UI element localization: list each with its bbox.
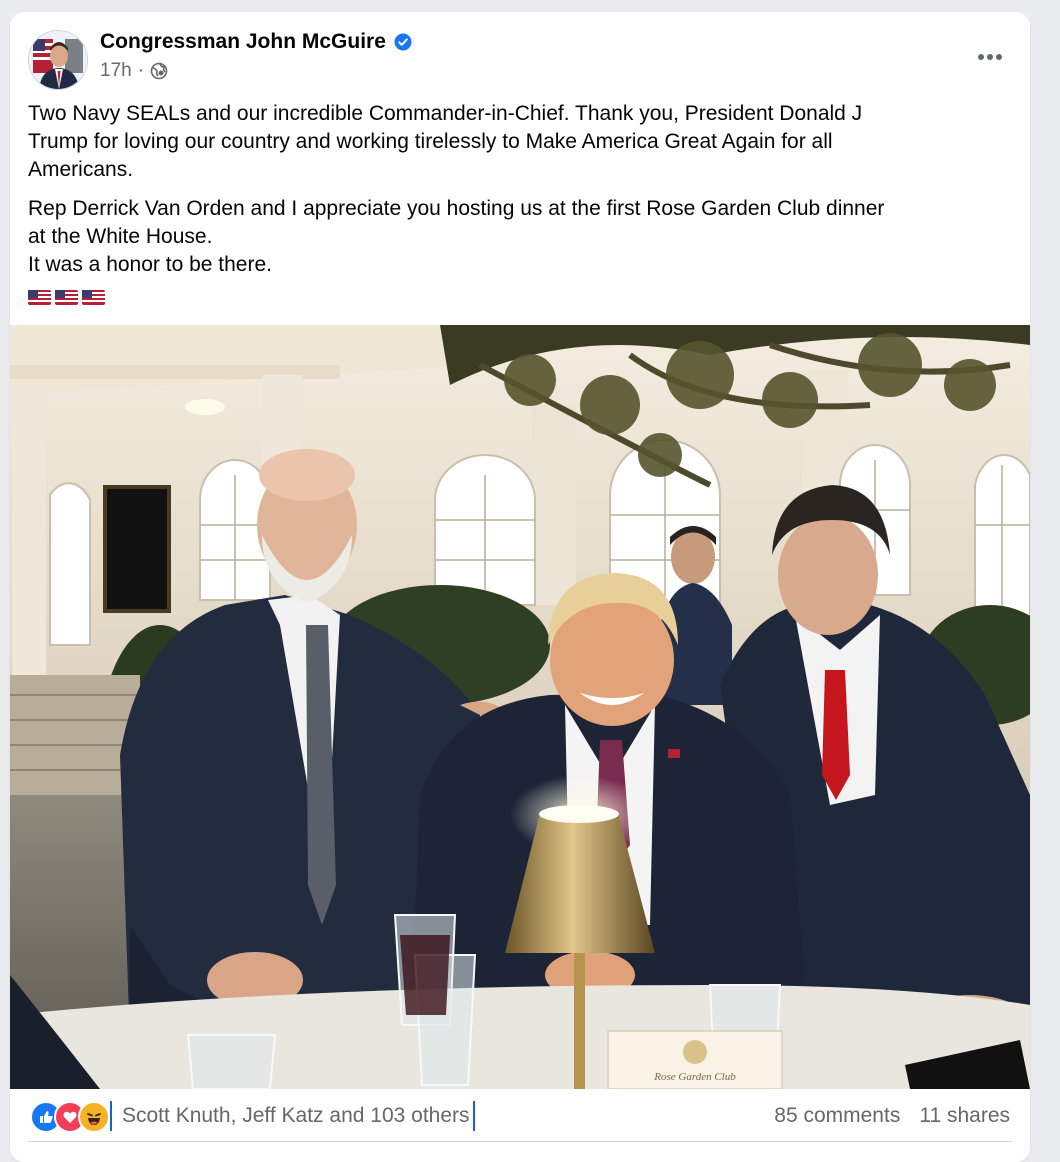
- post-card: Congressman John McGuire 17h · Two Navy …: [10, 12, 1030, 1162]
- haha-icon[interactable]: [78, 1101, 110, 1133]
- author-avatar[interactable]: [28, 30, 88, 90]
- post-paragraph-1: Two Navy SEALs and our incredible Comman…: [28, 100, 1013, 184]
- post-meta: 17h ·: [100, 60, 168, 82]
- post-text-line: Two Navy SEALs and our incredible Comman…: [28, 102, 863, 125]
- meta-separator: ·: [137, 60, 145, 81]
- reactions-divider: [28, 1141, 1012, 1142]
- us-flag-emoji: [28, 290, 51, 305]
- globe-icon[interactable]: [150, 62, 168, 80]
- post-text-line: Americans.: [28, 158, 134, 181]
- post-text-line: Trump for loving our country and working…: [28, 130, 833, 153]
- post-text-line: at the White House.: [28, 225, 213, 248]
- post-paragraph-2: Rep Derrick Van Orden and I appreciate y…: [28, 195, 1013, 279]
- engagement-counts: 85 comments 11 shares: [774, 1101, 1010, 1131]
- reaction-icons[interactable]: [30, 1101, 110, 1133]
- us-flag-emoji: [82, 290, 105, 305]
- reactions-bar: Scott Knuth, Jeff Katz and 103 others 85…: [10, 1089, 1030, 1143]
- author-name[interactable]: Congressman John McGuire: [100, 30, 386, 54]
- page-scrollbar-track: [1030, 0, 1060, 1148]
- author-line: Congressman John McGuire: [100, 30, 412, 54]
- reactors-summary[interactable]: Scott Knuth, Jeff Katz and 103 others: [110, 1101, 475, 1131]
- verified-badge-icon: [394, 33, 412, 51]
- flag-emoji-row: [28, 290, 1013, 305]
- us-flag-emoji: [55, 290, 78, 305]
- post-photo[interactable]: Rose Garden Club: [10, 325, 1030, 1089]
- photo-place-card-text: Rose Garden Club: [653, 1071, 736, 1083]
- post-timestamp[interactable]: 17h: [100, 60, 132, 82]
- post-message: Two Navy SEALs and our incredible Comman…: [28, 100, 1013, 305]
- post-header: Congressman John McGuire 17h ·: [10, 12, 1030, 92]
- shares-count[interactable]: 11 shares: [919, 1101, 1010, 1131]
- post-text-line: Rep Derrick Van Orden and I appreciate y…: [28, 197, 885, 220]
- more-options-icon[interactable]: [970, 42, 1010, 72]
- post-text-line: It was a honor to be there.: [28, 253, 272, 276]
- comments-count[interactable]: 85 comments: [774, 1101, 900, 1131]
